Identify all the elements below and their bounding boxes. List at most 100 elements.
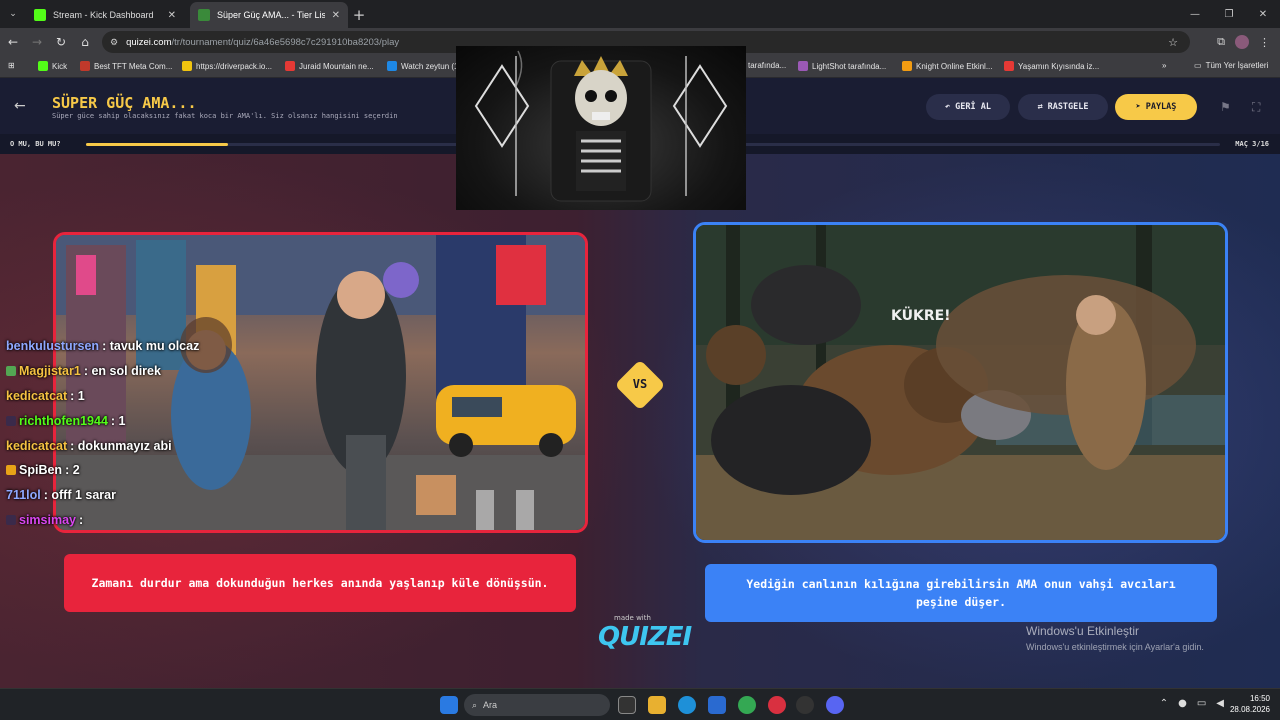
vs-label: VS (632, 377, 648, 391)
window-controls: — ❐ ✕ (1178, 0, 1280, 28)
chat-badge-icon (6, 366, 16, 377)
profile-avatar[interactable] (1235, 35, 1249, 49)
bookmark-item[interactable]: Kick (38, 61, 67, 71)
chat-username[interactable]: SpiBen (19, 463, 62, 477)
fullscreen-icon[interactable]: ⛶ (1252, 100, 1260, 115)
bookmark-item[interactable]: Yaşamın Kıyısında iz... (1004, 61, 1099, 71)
random-button[interactable]: ⇄ RASTGELE (1018, 94, 1108, 120)
chat-message: SpiBen: 2 (6, 458, 199, 483)
tab-title: Stream - Kick Dashboard (53, 10, 154, 20)
send-icon: ➤ (1135, 102, 1141, 112)
quizei-logo[interactable]: QUIZEI (598, 622, 692, 652)
bookmark-item[interactable]: Knight Online Etkinl... (902, 61, 992, 71)
stream-chat-overlay: benkulustursen: tavuk mu olcaz Magjistar1… (6, 334, 199, 532)
minimize-icon[interactable]: — (1178, 0, 1212, 28)
match-counter: MAÇ 3/16 (1235, 140, 1269, 148)
chat-badge-icon (6, 514, 16, 525)
tab-search-icon[interactable]: ⌄ (6, 0, 20, 28)
folder-icon: ▭ (1194, 61, 1202, 70)
chat-message: benkulustursen: tavuk mu olcaz (6, 334, 199, 359)
chat-message: simsimay: (6, 508, 199, 533)
bookmark-item[interactable]: tarafında... (748, 61, 786, 70)
chat-username[interactable]: benkulustursen (6, 339, 99, 353)
stream-overlay-image (456, 46, 746, 210)
watch-icon (387, 61, 397, 71)
windows-taskbar: ⌕ Ara ⌃ ● ▭ ◀ 16:50 28.08.2026 (0, 688, 1280, 720)
undo-icon: ↶ (945, 102, 951, 112)
quizei-favicon-icon (198, 9, 210, 21)
bookmark-item[interactable]: Watch zeytun (1 (387, 61, 459, 71)
task-view-icon[interactable] (618, 696, 636, 714)
back-icon[interactable]: ← (2, 35, 24, 49)
menu-icon[interactable]: ⋮ (1259, 36, 1270, 49)
edge-icon[interactable] (678, 696, 696, 714)
tab-quizei[interactable]: Süper Güç AMA... - Tier List, Kö ✕ (190, 2, 348, 28)
network-icon[interactable]: ▭ (1197, 698, 1206, 709)
chat-username[interactable]: simsimay (19, 513, 76, 527)
home-icon[interactable]: ⌂ (74, 35, 96, 49)
chat-message: richthofen1944: 1 (6, 408, 199, 433)
undo-button[interactable]: ↶ GERİ AL (926, 94, 1010, 120)
volume-icon[interactable]: ◀ (1216, 698, 1224, 709)
store-icon[interactable] (708, 696, 726, 714)
chat-message: kedicatcat: dokunmayız abi (6, 433, 199, 458)
all-bookmarks[interactable]: ▭ Tüm Yer İşaretleri (1194, 61, 1268, 70)
chat-text: : offf 1 sarar (43, 488, 116, 503)
chat-username[interactable]: kedicatcat (6, 389, 67, 403)
restore-icon[interactable]: ❐ (1212, 0, 1246, 28)
microphone-icon[interactable]: ● (1178, 698, 1187, 709)
bookmark-star-icon[interactable]: ☆ (1168, 36, 1178, 49)
shuffle-icon: ⇄ (1037, 102, 1043, 112)
right-option-label[interactable]: Yediğin canlının kılığına girebilirsin A… (705, 564, 1217, 622)
start-icon[interactable] (440, 696, 458, 714)
back-arrow-icon[interactable]: ← (14, 98, 26, 114)
extensions-icon[interactable]: ⧉ (1217, 35, 1225, 49)
bookmark-item[interactable]: Best TFT Meta Com... (80, 61, 172, 71)
page-subtitle: Süper güce sahip olacaksınız fakat koca … (52, 112, 398, 120)
bookmark-item[interactable]: https://driverpack.io... (182, 61, 272, 71)
file-explorer-icon[interactable] (648, 696, 666, 714)
right-option-image: KÜKRE! (696, 225, 1225, 540)
windows-activate-subtitle: Windows'u etkinleştirmek için Ayarlar'a … (1026, 642, 1204, 652)
url-path: /tr/tournament/quiz/6a46e5698c7c291910ba… (171, 36, 400, 48)
chevron-up-icon[interactable]: ⌃ (1160, 698, 1168, 709)
bookmark-item[interactable]: LightShot tarafında... (798, 61, 886, 71)
chat-username[interactable]: kedicatcat (6, 439, 67, 453)
more-bookmarks-icon[interactable]: » (1162, 61, 1166, 70)
close-tab-icon[interactable]: ✕ (332, 10, 340, 21)
right-option-card[interactable]: KÜKRE! (693, 222, 1228, 543)
share-button[interactable]: ➤ PAYLAŞ (1115, 94, 1197, 120)
discord-icon[interactable] (826, 696, 844, 714)
bookmark-item[interactable]: Juraid Mountain ne... (285, 61, 374, 71)
close-tab-icon[interactable]: ✕ (168, 10, 176, 21)
flag-icon[interactable]: ⚑ (1220, 100, 1231, 114)
reload-icon[interactable]: ↻ (50, 35, 72, 49)
kick-favicon-icon (34, 9, 46, 21)
taskbar-search-input[interactable]: ⌕ Ara (464, 694, 610, 716)
progress-label: O MU, BU MU? (10, 140, 61, 148)
chat-text: : 1 (70, 388, 85, 403)
chat-username[interactable]: richthofen1944 (19, 414, 108, 428)
chrome-icon[interactable] (738, 696, 756, 714)
site-info-icon[interactable]: ⚙ (110, 37, 118, 48)
chat-message: 711lol: offf 1 sarar (6, 483, 199, 508)
obs-red-icon[interactable] (768, 696, 786, 714)
left-option-label[interactable]: Zamanı durdur ama dokunduğun herkes anın… (64, 554, 576, 612)
url-host: quizei.com (126, 36, 172, 48)
new-tab-button[interactable]: + (348, 2, 370, 28)
obs-icon[interactable] (796, 696, 814, 714)
chat-username[interactable]: 711lol (6, 488, 41, 502)
tab-title: Süper Güç AMA... - Tier List, Kö (217, 10, 325, 20)
kick-icon (38, 61, 48, 71)
chat-username[interactable]: Magjistar1 (19, 364, 81, 378)
forward-icon[interactable]: → (26, 35, 48, 49)
chat-badge-icon (6, 415, 16, 426)
chat-text: : 2 (65, 463, 80, 478)
progress-fill (86, 143, 228, 146)
made-with-label: made with (614, 614, 651, 622)
apps-icon[interactable]: ⊞ (8, 61, 15, 70)
tab-kick-dashboard[interactable]: Stream - Kick Dashboard ✕ (26, 2, 184, 28)
taskbar-clock[interactable]: 16:50 28.08.2026 (1230, 693, 1270, 715)
close-window-icon[interactable]: ✕ (1246, 0, 1280, 28)
youtube-icon (1004, 61, 1014, 71)
